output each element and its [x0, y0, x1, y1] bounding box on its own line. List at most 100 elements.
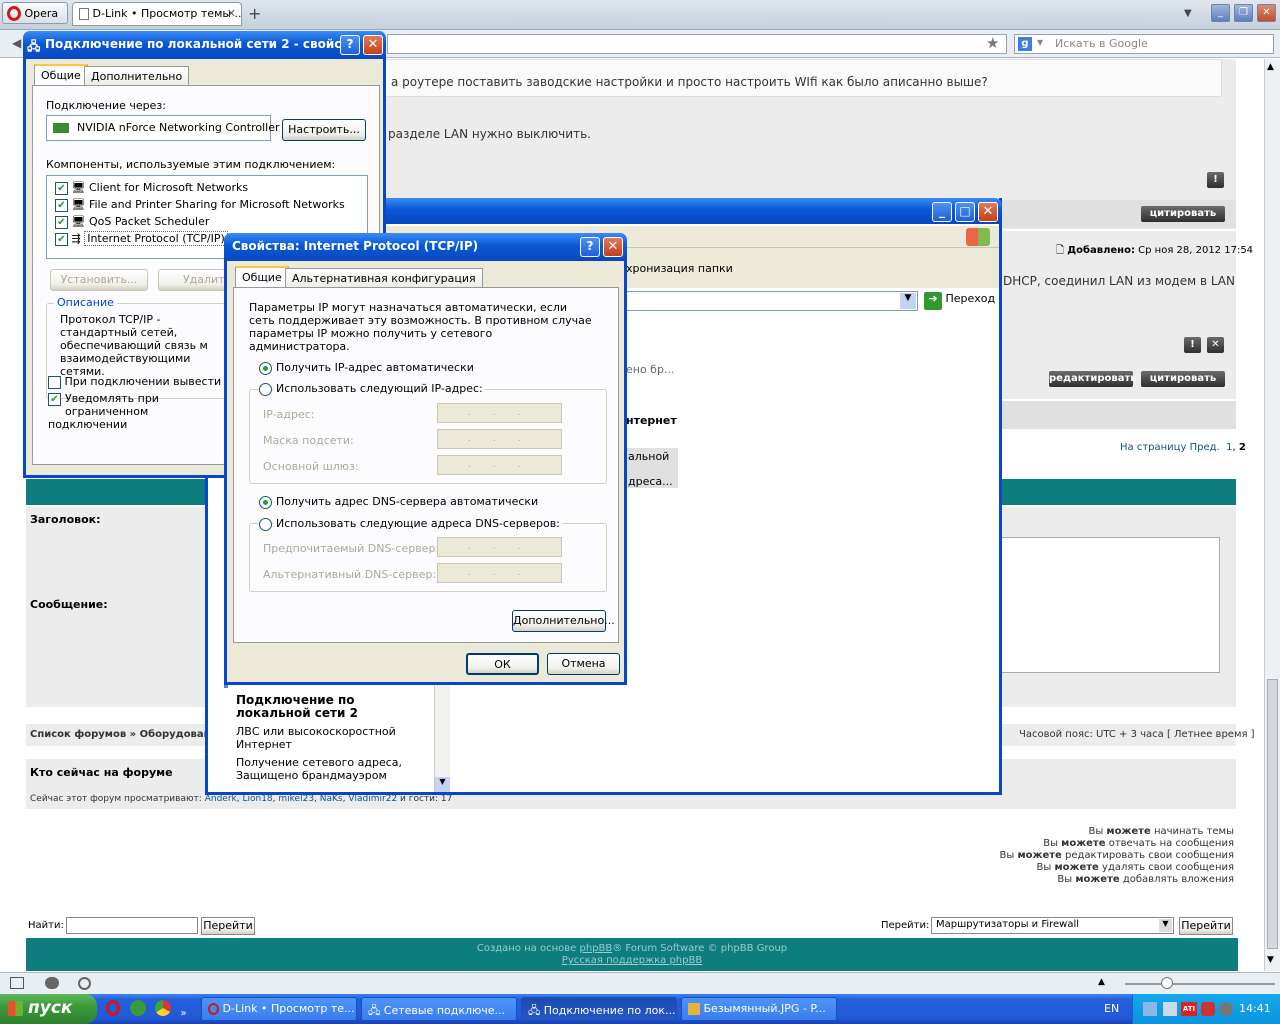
- find-go-button[interactable]: Перейти: [201, 917, 255, 935]
- volume-tray-icon[interactable]: [1163, 1002, 1177, 1016]
- user-link[interactable]: Anderk: [205, 794, 237, 804]
- ok-button[interactable]: ОК: [466, 653, 539, 675]
- tab-general[interactable]: Общие: [235, 266, 289, 288]
- search-field[interactable]: g ▼ Искать в Google: [1014, 34, 1274, 54]
- report-post-icon[interactable]: !: [1207, 172, 1224, 188]
- component-checkbox[interactable]: ✔: [55, 215, 68, 229]
- details-scrollbar[interactable]: ▼: [434, 685, 450, 792]
- scroll-up-icon[interactable]: ▲: [1267, 62, 1274, 72]
- utorrent-icon[interactable]: [129, 1000, 146, 1016]
- subnet-mask-field[interactable]: ...: [437, 429, 562, 449]
- browser-restore-button[interactable]: ❐: [1234, 4, 1253, 22]
- browser-close-button[interactable]: ✕: [1257, 4, 1276, 22]
- network-minimize-button[interactable]: _: [932, 202, 952, 222]
- dns-manual-radio[interactable]: [259, 518, 272, 531]
- advanced-button[interactable]: Дополнительно...: [512, 610, 615, 632]
- lan-close-button[interactable]: ✕: [363, 35, 383, 55]
- russian-support-link[interactable]: Русская поддержка phpBB: [26, 955, 1238, 967]
- scroll-thumb[interactable]: [1267, 679, 1278, 949]
- quote-button-2[interactable]: цитировать: [1141, 371, 1225, 387]
- dns-auto-label[interactable]: Получить адрес DNS-сервера автоматически: [276, 495, 538, 508]
- message-textarea[interactable]: [1000, 537, 1220, 673]
- pagination-prev[interactable]: Пред.: [1190, 442, 1220, 453]
- notify-checkbox[interactable]: ✔: [48, 393, 61, 406]
- user-link[interactable]: Lion18: [242, 794, 272, 804]
- component-item[interactable]: ✔ 🖥 Client for Microsoft Networks: [55, 179, 367, 196]
- gateway-field[interactable]: ...: [437, 455, 562, 475]
- tab-advanced[interactable]: Дополнительно: [84, 66, 190, 86]
- find-input[interactable]: [66, 917, 198, 934]
- address-bar[interactable]: ▼: [626, 291, 918, 311]
- show-icon-option[interactable]: При подключении вывести знач: [48, 375, 251, 389]
- scroll-down-icon[interactable]: ▼: [1267, 955, 1274, 965]
- ati-tray-icon[interactable]: ATI: [1181, 1002, 1197, 1016]
- browser-minimize-button[interactable]: _: [1211, 4, 1230, 22]
- taskbar-item-browser[interactable]: D-Link • Просмотр те...: [201, 997, 357, 1021]
- tcpip-close-button[interactable]: ✕: [603, 237, 623, 257]
- go-button[interactable]: ➔ Переход: [924, 292, 995, 310]
- tab-list-chevron-icon[interactable]: ▼: [1184, 8, 1192, 19]
- component-item[interactable]: ✔ 🖥 File and Printer Sharing for Microso…: [55, 196, 367, 213]
- preferred-dns-field[interactable]: ...: [437, 537, 562, 557]
- quote-button[interactable]: цитировать: [1141, 206, 1225, 222]
- taskbar-item-network[interactable]: 🖧 Сетевые подключе...: [361, 997, 517, 1021]
- unite-icon[interactable]: [45, 977, 59, 989]
- taskbar-item-lan[interactable]: 🖧 Подключение по лок...: [521, 997, 677, 1021]
- delete-post-icon[interactable]: ✕: [1207, 337, 1224, 353]
- component-checkbox[interactable]: ✔: [55, 232, 68, 246]
- alternate-dns-field[interactable]: ...: [437, 563, 562, 583]
- opera-menu-button[interactable]: Opera: [2, 2, 68, 24]
- ip-manual-label[interactable]: Использовать следующий IP-адрес:: [274, 382, 485, 395]
- cancel-button[interactable]: Отмена: [547, 653, 620, 675]
- network-close-button[interactable]: ✕: [978, 202, 998, 222]
- show-icon-checkbox[interactable]: [48, 375, 61, 389]
- tab-general[interactable]: Общие: [34, 64, 88, 86]
- back-icon[interactable]: ◀: [12, 36, 21, 50]
- bookmark-star-icon[interactable]: ★: [986, 34, 999, 52]
- page-scrollbar[interactable]: ▲ ▼: [1264, 59, 1280, 971]
- address-chevron-icon[interactable]: ▼: [900, 293, 916, 309]
- component-checkbox[interactable]: ✔: [55, 181, 68, 195]
- details-scroll-down-icon[interactable]: ▼: [435, 777, 450, 792]
- ip-auto-radio[interactable]: [259, 362, 272, 375]
- taskbar-item-paint[interactable]: Безымянный.JPG - P...: [681, 997, 837, 1021]
- configure-button[interactable]: Настроить...: [282, 119, 366, 141]
- user-link[interactable]: NaKs: [320, 794, 343, 804]
- ip-manual-radio[interactable]: [259, 383, 272, 396]
- address-field[interactable]: [387, 34, 1007, 54]
- zoom-slider[interactable]: [1125, 977, 1275, 989]
- turbo-icon[interactable]: [78, 977, 91, 990]
- component-checkbox[interactable]: ✔: [55, 198, 68, 212]
- ip-auto-label[interactable]: Получить IP-адрес автоматически: [276, 361, 474, 374]
- dns-auto-radio[interactable]: [259, 496, 272, 509]
- user-link[interactable]: mikel23: [278, 794, 314, 804]
- breadcrumb[interactable]: Список форумов » Оборудование: [30, 729, 224, 740]
- ip-address-field[interactable]: ...: [437, 403, 562, 423]
- notify-option[interactable]: ✔ Уведомлять при ограниченном подключени…: [48, 392, 228, 431]
- jump-select[interactable]: Маршрутизаторы и Firewall ▼: [931, 917, 1174, 934]
- zoom-slider-thumb[interactable]: [1161, 977, 1173, 989]
- phpbb-link[interactable]: phpBB: [579, 943, 612, 954]
- dns-manual-label[interactable]: Использовать следующие адреса DNS-сервер…: [274, 517, 562, 530]
- edit-button[interactable]: редактировать: [1049, 371, 1137, 387]
- network-tray-icon[interactable]: [1143, 1002, 1157, 1016]
- lan-help-button[interactable]: ?: [340, 35, 360, 55]
- sync-folder-button[interactable]: хронизация папки: [626, 262, 733, 275]
- browser-tab-active[interactable]: D-Link • Просмотр темы ... ✕: [72, 2, 242, 26]
- jump-go-button[interactable]: Перейти: [1179, 917, 1233, 935]
- new-tab-button[interactable]: +: [248, 4, 261, 23]
- language-indicator[interactable]: EN: [1104, 1002, 1119, 1015]
- antivirus-tray-icon[interactable]: [1201, 1002, 1215, 1016]
- quick-launch-more-icon[interactable]: »: [181, 1008, 187, 1019]
- selected-connection[interactable]: альной дреса...: [626, 448, 678, 488]
- tab-alternate-config[interactable]: Альтернативная конфигурация: [285, 268, 483, 288]
- report-post-icon-2[interactable]: !: [1184, 337, 1201, 353]
- zoom-up-icon[interactable]: ▲: [1098, 977, 1105, 987]
- chrome-icon[interactable]: [155, 1000, 171, 1016]
- network-maximize-button[interactable]: □: [955, 202, 975, 222]
- install-button[interactable]: Установить...: [50, 269, 148, 291]
- opera-launch-icon[interactable]: [106, 1000, 120, 1016]
- update-tray-icon[interactable]: [1219, 1002, 1233, 1016]
- tab-close-icon[interactable]: ✕: [227, 7, 236, 20]
- panel-toggle-icon[interactable]: [10, 977, 24, 989]
